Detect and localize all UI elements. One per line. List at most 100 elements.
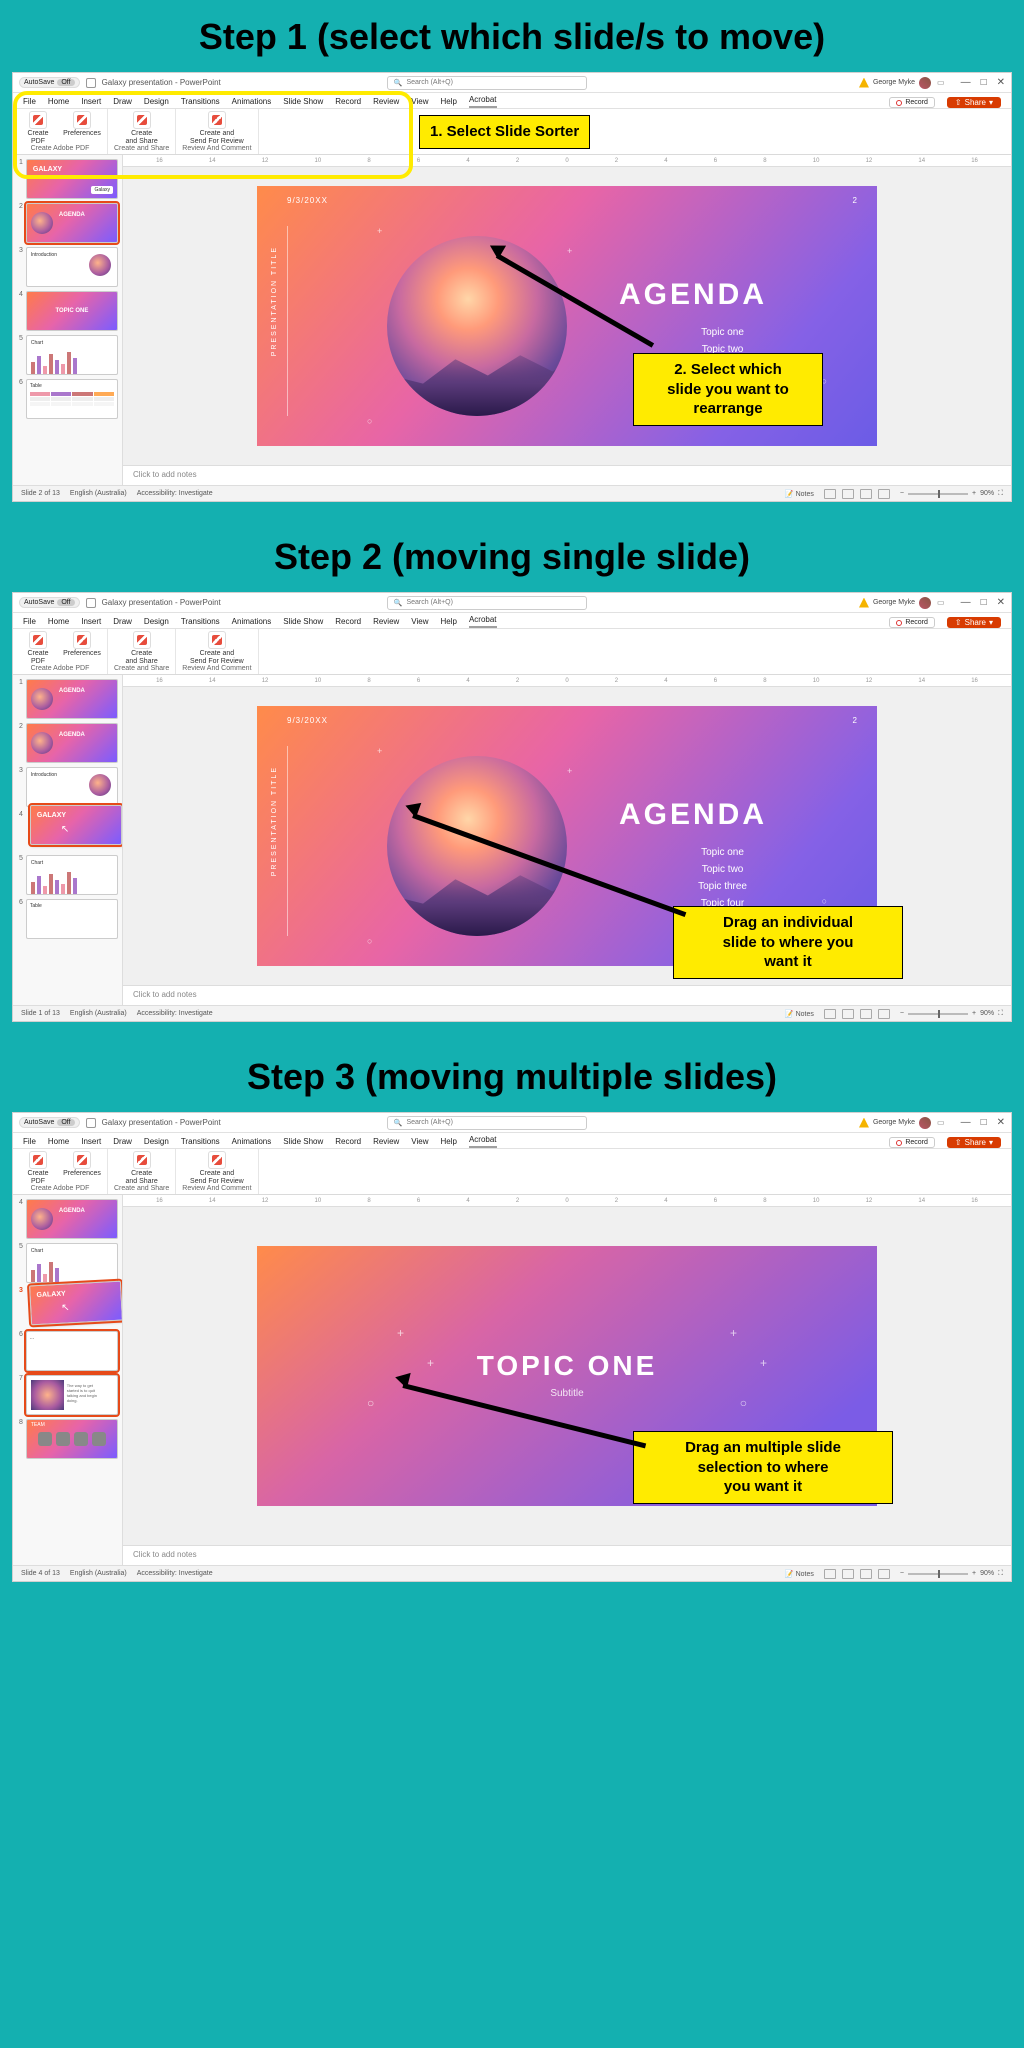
preferences-button[interactable]: Preferences xyxy=(63,631,101,665)
zoom-control[interactable]: − + 90% ⛶ xyxy=(900,490,1003,498)
ribbon-display-options-icon[interactable]: ▭ xyxy=(937,1118,945,1127)
slide-thumbnail-panel[interactable]: 4 AGENDA 5 Chart 3 GALAXY ↖ 6 ... 7 xyxy=(13,1195,123,1565)
zoom-in-icon[interactable]: + xyxy=(972,490,976,497)
tab-file[interactable]: File xyxy=(23,1137,36,1148)
thumb-slide-4-dragging[interactable]: GALAXY ↖ xyxy=(30,805,122,845)
tab-acrobat[interactable]: Acrobat xyxy=(469,1135,497,1148)
create-pdf-button[interactable]: Create PDF xyxy=(19,631,57,665)
maximize-button[interactable]: □ xyxy=(981,597,987,608)
thumb-slide-8[interactable]: TEAM xyxy=(26,1419,118,1459)
record-button[interactable]: Record xyxy=(889,1137,935,1148)
user-account[interactable]: George Myke xyxy=(859,597,931,609)
thumb-slide-2[interactable]: AGENDA xyxy=(26,203,118,243)
tab-slideshow[interactable]: Slide Show xyxy=(283,617,323,628)
search-input[interactable]: 🔍 Search (Alt+Q) xyxy=(387,596,587,610)
ribbon-display-options-icon[interactable]: ▭ xyxy=(937,598,945,607)
close-button[interactable]: ✕ xyxy=(997,597,1005,608)
notes-pane[interactable]: Click to add notes xyxy=(123,1545,1011,1565)
view-sorter-icon[interactable] xyxy=(842,1569,854,1579)
minimize-button[interactable]: — xyxy=(961,77,971,88)
minimize-button[interactable]: — xyxy=(961,597,971,608)
thumb-slide-6[interactable]: Table xyxy=(26,899,118,939)
tab-design[interactable]: Design xyxy=(144,617,169,628)
view-sorter-icon[interactable] xyxy=(842,489,854,499)
thumb-slide-5[interactable]: Chart xyxy=(26,855,118,895)
tab-draw[interactable]: Draw xyxy=(113,617,132,628)
maximize-button[interactable]: □ xyxy=(981,77,987,88)
thumb-slide-7[interactable]: The way to getstarted is to quittalking … xyxy=(26,1375,118,1415)
tab-review[interactable]: Review xyxy=(373,1137,399,1148)
tab-file[interactable]: File xyxy=(23,617,36,628)
view-normal-icon[interactable] xyxy=(824,1009,836,1019)
zoom-out-icon[interactable]: − xyxy=(900,490,904,497)
autosave-toggle[interactable]: AutoSave Off xyxy=(19,77,80,88)
thumb-slide-3[interactable]: Introduction xyxy=(26,247,118,287)
tab-acrobat[interactable]: Acrobat xyxy=(469,615,497,628)
share-button[interactable]: ⇧Share ▾ xyxy=(947,97,1001,108)
close-button[interactable]: ✕ xyxy=(997,77,1005,88)
view-reading-icon[interactable] xyxy=(860,1569,872,1579)
share-button[interactable]: ⇧Share ▾ xyxy=(947,1137,1001,1148)
language-indicator[interactable]: English (Australia) xyxy=(70,1570,127,1577)
share-button[interactable]: ⇧Share ▾ xyxy=(947,617,1001,628)
search-input[interactable]: 🔍 Search (Alt+Q) xyxy=(387,1116,587,1130)
tab-acrobat[interactable]: Acrobat xyxy=(469,95,497,108)
tab-record[interactable]: Record xyxy=(335,617,361,628)
notes-toggle[interactable]: 📝 Notes xyxy=(785,490,814,498)
tab-transitions[interactable]: Transitions xyxy=(181,1137,220,1148)
slide-thumbnail-panel[interactable]: 1 AGENDA 2 AGENDA 3 Introduction 4 GALAX… xyxy=(13,675,123,1005)
view-normal-icon[interactable] xyxy=(824,1569,836,1579)
tab-design[interactable]: Design xyxy=(144,1137,169,1148)
user-account[interactable]: George Myke xyxy=(859,77,931,89)
autosave-toggle[interactable]: AutoSave Off xyxy=(19,597,80,608)
tab-record[interactable]: Record xyxy=(335,1137,361,1148)
accessibility-indicator[interactable]: Accessibility: Investigate xyxy=(137,1570,213,1577)
create-share-button[interactable]: Create and Share xyxy=(123,631,161,665)
fit-to-window-icon[interactable]: ⛶ xyxy=(998,490,1003,498)
record-button[interactable]: Record xyxy=(889,97,935,108)
create-share-button[interactable]: Create and Share xyxy=(123,1151,161,1185)
view-reading-icon[interactable] xyxy=(860,1009,872,1019)
view-sorter-icon[interactable] xyxy=(842,1009,854,1019)
notes-toggle[interactable]: 📝 Notes xyxy=(785,1570,814,1578)
thumb-slide-1[interactable]: AGENDA xyxy=(26,679,118,719)
accessibility-indicator[interactable]: Accessibility: Investigate xyxy=(137,490,213,497)
tab-help[interactable]: Help xyxy=(441,1137,457,1148)
create-pdf-button[interactable]: Create PDF xyxy=(19,1151,57,1185)
tab-insert[interactable]: Insert xyxy=(81,1137,101,1148)
view-slideshow-icon[interactable] xyxy=(878,489,890,499)
thumb-slide-2[interactable]: AGENDA xyxy=(26,723,118,763)
zoom-control[interactable]: −+90%⛶ xyxy=(900,1010,1003,1018)
zoom-slider[interactable] xyxy=(908,493,968,495)
tab-view[interactable]: View xyxy=(411,617,428,628)
tab-slideshow[interactable]: Slide Show xyxy=(283,1137,323,1148)
close-button[interactable]: ✕ xyxy=(997,1117,1005,1128)
thumb-slide-6[interactable]: ... xyxy=(26,1331,118,1371)
send-for-review-button[interactable]: Create and Send For Review xyxy=(187,631,247,665)
view-reading-icon[interactable] xyxy=(860,489,872,499)
tab-home[interactable]: Home xyxy=(48,617,69,628)
tab-view[interactable]: View xyxy=(411,97,428,108)
save-icon[interactable] xyxy=(86,78,96,88)
thumb-slide-4[interactable]: AGENDA xyxy=(26,1199,118,1239)
save-icon[interactable] xyxy=(86,598,96,608)
tab-home[interactable]: Home xyxy=(48,1137,69,1148)
notes-pane[interactable]: Click to add notes xyxy=(123,985,1011,1005)
thumb-slide-5[interactable]: Chart xyxy=(26,335,118,375)
tab-animations[interactable]: Animations xyxy=(232,1137,272,1148)
thumb-slide-3[interactable]: Introduction xyxy=(26,767,118,807)
preferences-button[interactable]: Preferences xyxy=(63,1151,101,1185)
user-account[interactable]: George Myke xyxy=(859,1117,931,1129)
thumb-galaxy-dragging[interactable]: GALAXY ↖ xyxy=(29,1281,123,1326)
notes-toggle[interactable]: 📝 Notes xyxy=(785,1010,814,1018)
record-button[interactable]: Record xyxy=(889,617,935,628)
accessibility-indicator[interactable]: Accessibility: Investigate xyxy=(137,1010,213,1017)
thumb-slide-5[interactable]: Chart xyxy=(26,1243,118,1283)
view-slideshow-icon[interactable] xyxy=(878,1569,890,1579)
view-normal-icon[interactable] xyxy=(824,489,836,499)
tab-help[interactable]: Help xyxy=(441,97,457,108)
zoom-control[interactable]: −+90%⛶ xyxy=(900,1570,1003,1578)
view-slideshow-icon[interactable] xyxy=(878,1009,890,1019)
tab-insert[interactable]: Insert xyxy=(81,617,101,628)
maximize-button[interactable]: □ xyxy=(981,1117,987,1128)
